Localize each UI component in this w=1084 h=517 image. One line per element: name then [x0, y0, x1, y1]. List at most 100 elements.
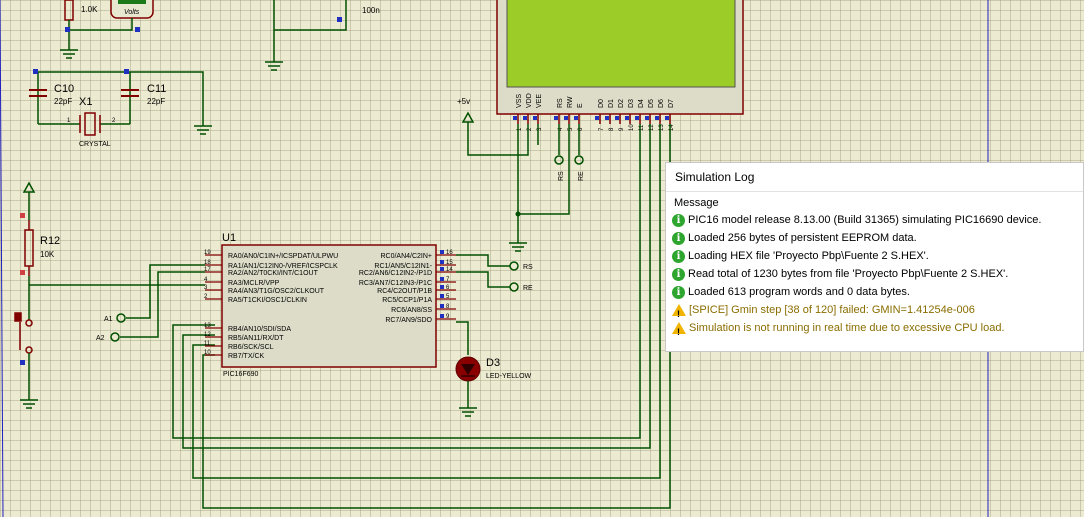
c10-value: 22pF	[54, 97, 72, 106]
c11-name: C11	[147, 83, 166, 95]
simulation-log-panel[interactable]: Simulation Log Message i PIC16 model rele…	[665, 162, 1084, 352]
log-message-row[interactable]: i PIC16 model release 8.13.00 (Build 3136…	[666, 211, 1083, 229]
pin-marker	[440, 294, 444, 298]
terminal-a2[interactable]	[110, 332, 120, 342]
pin-marker	[574, 116, 578, 120]
terminal-re-label: RE	[578, 171, 585, 181]
u1-right-pin-label: RC2/AN6/C12IN2-/P1D	[359, 270, 432, 277]
x1-pin2: 2	[112, 118, 116, 124]
c11-value: 22pF	[147, 97, 165, 106]
u1-left-pin-label: RA4/AN3/T1G/OSC2/CLKOUT	[228, 288, 325, 295]
ground-symbol	[459, 407, 477, 417]
terminal-rs-out[interactable]	[509, 261, 519, 271]
info-icon: i	[672, 231, 685, 245]
pin-marker	[635, 116, 639, 120]
log-message-text: Loaded 613 program words and 0 data byte…	[688, 286, 910, 298]
terminal-a1[interactable]	[116, 313, 126, 323]
lcd-pin-label: D0	[598, 99, 605, 108]
pin-marker	[605, 116, 609, 120]
u1-right-pin-label: RC6/AN8/SS	[391, 307, 432, 314]
power-label: +5v	[457, 97, 470, 106]
voltmeter-unit: Volts	[124, 9, 140, 16]
log-message-text: Simulation is not running in real time d…	[689, 322, 1005, 334]
resistor-top[interactable]: 1.0K	[64, 0, 98, 21]
warning-icon	[672, 304, 686, 323]
terminal-a2-label: A2	[96, 335, 105, 342]
u1-left-pin-label: RA2/AN2/T0CKI/INT/C1OUT	[228, 270, 319, 277]
u1-left-pin-label: RA0/AN0/C1IN+/ICSPDAT/ULPWU	[228, 253, 338, 260]
lcd-pin-label: D1	[608, 99, 615, 108]
pin-marker	[615, 116, 619, 120]
log-message-row[interactable]: i Loaded 256 bytes of persistent EEPROM d…	[666, 229, 1083, 247]
u1-left-pin-label: RB4/AN10/SDI/SDA	[228, 326, 291, 333]
u1-left-pin-number: 18	[204, 260, 211, 266]
u1-left-pin-label: RA3/MCLR/VPP	[228, 280, 280, 287]
u1-part: PIC16F690	[223, 371, 259, 378]
u1-right-pin-label: RC0/AN4/C2IN+	[380, 253, 432, 260]
log-message-row[interactable]: [SPICE] Gmin step [38 of 120] failed: GM…	[666, 301, 1083, 323]
d3-type: LED-YELLOW	[486, 373, 532, 380]
x1-pin1: 1	[67, 118, 71, 124]
terminal-re[interactable]	[574, 155, 584, 165]
info-icon: i	[672, 249, 685, 263]
input-wires	[120, 264, 205, 338]
resistor-top-value: 1.0K	[81, 5, 98, 14]
lcd-pin-label: RW	[567, 96, 574, 108]
u1-right-pin-number: 14	[446, 267, 453, 273]
ground-symbol	[60, 49, 78, 59]
terminal-re-out[interactable]	[509, 282, 519, 292]
ground-symbol	[265, 61, 283, 71]
log-message-row[interactable]: Simulation is not running in real time d…	[666, 319, 1083, 341]
led-d3[interactable]	[455, 356, 481, 382]
terminal-rs-out-label: RS	[523, 264, 533, 271]
voltmeter[interactable]: Volts	[110, 0, 154, 19]
u1-left-pin-number: 17	[204, 267, 211, 273]
log-message-text: Read total of 1230 bytes from file 'Proy…	[688, 268, 1009, 280]
pin-marker	[625, 116, 629, 120]
simulation-log-title: Simulation Log	[666, 163, 1083, 192]
pin-marker	[440, 277, 444, 281]
message-column-header[interactable]: Message	[666, 195, 1083, 211]
u1-right-pin-label: RC7/AN9/SDO	[385, 317, 432, 324]
u1-name: U1	[222, 232, 236, 244]
log-message-row[interactable]: i Loading HEX file 'Proyecto Pbp\Fuente 2…	[666, 247, 1083, 265]
sheet-border-line	[0, 0, 4, 517]
capacitor-top-value: 100n	[362, 6, 380, 15]
log-message-row[interactable]: i Read total of 1230 bytes from file 'Pro…	[666, 265, 1083, 283]
u1-right-pin-number: 16	[446, 250, 453, 256]
u1-right-pin-label: RC5/CCP1/P1A	[382, 297, 432, 304]
lcd-pin-label: D3	[628, 99, 635, 108]
u1-left-pin-number: 12	[204, 332, 211, 338]
log-message-list[interactable]: i PIC16 model release 8.13.00 (Build 3136…	[666, 211, 1083, 341]
log-message-row[interactable]: i Loaded 613 program words and 0 data byt…	[666, 283, 1083, 301]
pin-marker	[440, 304, 444, 308]
log-message-text: PIC16 model release 8.13.00 (Build 31365…	[688, 214, 1042, 226]
resistor-r12[interactable]	[24, 220, 34, 276]
lcd-pin-label: D5	[648, 99, 655, 108]
info-icon: i	[672, 267, 685, 281]
log-message-text: [SPICE] Gmin step [38 of 120] failed: GM…	[689, 304, 975, 316]
pin-marker	[554, 116, 558, 120]
info-icon: i	[672, 285, 685, 299]
x1-name: X1	[79, 96, 92, 108]
lcd-module[interactable]	[496, 0, 744, 115]
c10-name: C10	[54, 83, 74, 95]
u1-left-pin-label: RB5/AN11/RX/DT	[228, 335, 284, 342]
u1-left-pin-label: RB7/TX/CK	[228, 353, 265, 360]
pin-marker	[440, 260, 444, 264]
u1-right-pin-number: 15	[446, 260, 453, 266]
lcd-pin-label: D6	[658, 99, 665, 108]
terminal-rs[interactable]	[554, 155, 564, 165]
lcd-pin-label: E	[577, 103, 584, 108]
lcd-pin-number: 10	[629, 124, 635, 131]
crystal-x1[interactable]	[79, 112, 101, 136]
pin-marker	[533, 116, 537, 120]
power-arrow	[461, 111, 475, 123]
terminal-re-out-label: RE	[523, 285, 533, 292]
terminal-a1-label: A1	[104, 316, 113, 323]
u1-right-pin-label: RC4/C2OUT/P1B	[377, 288, 432, 295]
lcd-pin-label: VSS	[516, 94, 523, 108]
output-wires	[456, 254, 510, 355]
pin-marker	[595, 116, 599, 120]
x1-type: CRYSTAL	[79, 141, 111, 148]
